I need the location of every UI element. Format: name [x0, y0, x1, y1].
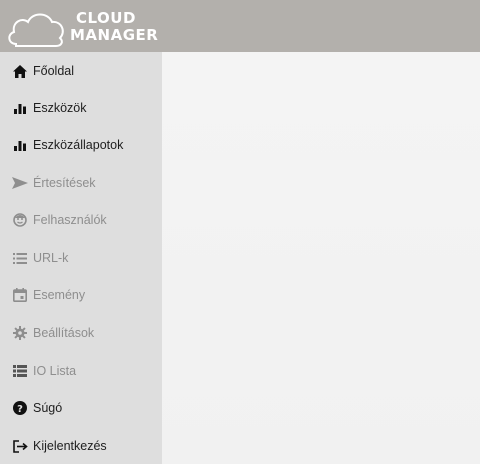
- sidebar-item-url-k[interactable]: URL-k: [0, 243, 162, 273]
- bar-chart-icon: [12, 137, 28, 153]
- sidebar: Főoldal Eszközök Eszközállapotok Értesít…: [0, 52, 162, 464]
- sidebar-item-esemeny[interactable]: Esemény: [0, 280, 162, 310]
- sidebar-item-kijelentkezes[interactable]: Kijelentkezés: [0, 431, 162, 461]
- sidebar-item-label: IO Lista: [33, 364, 77, 378]
- sidebar-item-label: Esemény: [33, 288, 86, 302]
- sidebar-item-ertesitesek[interactable]: Értesítések: [0, 168, 162, 198]
- sidebar-item-label: Értesítések: [33, 176, 96, 190]
- sidebar-item-label: URL-k: [33, 251, 69, 265]
- sidebar-item-label: Eszközök: [33, 101, 87, 115]
- list-icon: [12, 250, 28, 266]
- sidebar-item-beallitasok[interactable]: Beállítások: [0, 318, 162, 348]
- sidebar-item-eszkozallapotok[interactable]: Eszközállapotok: [0, 130, 162, 160]
- sidebar-item-label: Felhasználók: [33, 213, 107, 227]
- sidebar-item-label: Főoldal: [33, 64, 74, 78]
- help-icon: ?: [12, 400, 28, 416]
- logo-line-2: MANAGER: [70, 26, 159, 44]
- sidebar-item-label: Eszközállapotok: [33, 138, 124, 152]
- app-logo[interactable]: CLOUD MANAGER: [6, 8, 166, 52]
- list-bold-icon: [12, 363, 28, 379]
- bar-chart-icon: [12, 100, 28, 116]
- logo-text: CLOUD MANAGER: [70, 10, 158, 44]
- sidebar-item-felhasznalok[interactable]: Felhasználók: [0, 205, 162, 235]
- logout-icon: [12, 438, 28, 454]
- cloud-logo-icon: [8, 13, 64, 47]
- sidebar-item-label: Beállítások: [33, 326, 95, 340]
- calendar-icon: [12, 287, 28, 303]
- gear-icon: [12, 325, 28, 341]
- sidebar-item-sugo[interactable]: ? Súgó: [0, 393, 162, 423]
- user-face-icon: [12, 212, 28, 228]
- sidebar-item-eszkozok[interactable]: Eszközök: [0, 93, 162, 123]
- svg-text:?: ?: [17, 404, 23, 415]
- main-content: [162, 52, 480, 464]
- sidebar-item-label: Súgó: [33, 401, 63, 415]
- sidebar-item-label: Kijelentkezés: [33, 439, 107, 453]
- sidebar-item-io-lista[interactable]: IO Lista: [0, 356, 162, 386]
- sidebar-item-fooldal[interactable]: Főoldal: [0, 56, 162, 86]
- send-icon: [12, 175, 28, 191]
- home-icon: [12, 63, 28, 79]
- logo-line-1: CLOUD: [76, 9, 136, 27]
- top-bar: CLOUD MANAGER: [0, 0, 480, 52]
